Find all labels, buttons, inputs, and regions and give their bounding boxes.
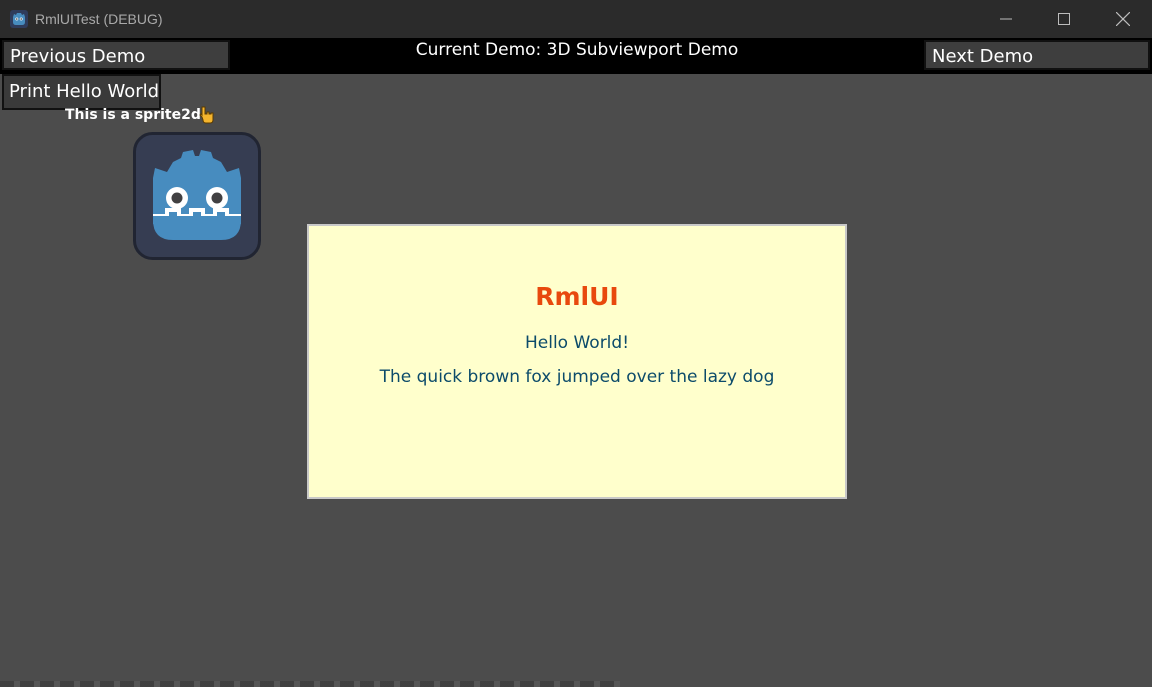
- minimize-icon: [1000, 18, 1012, 20]
- rmlui-panel: RmlUI Hello World! The quick brown fox j…: [307, 224, 847, 499]
- app-window: RmlUITest (DEBUG) Previous Demo Current …: [0, 0, 1152, 687]
- close-icon: [1116, 12, 1130, 26]
- debug-output-strip: [0, 681, 620, 687]
- close-button[interactable]: [1094, 0, 1152, 38]
- pointing-hand-icon: [199, 106, 214, 124]
- rmlui-title: RmlUI: [535, 282, 619, 311]
- minimize-button[interactable]: [977, 0, 1035, 38]
- godot-icon: [10, 10, 28, 28]
- maximize-button[interactable]: [1035, 0, 1093, 38]
- maximize-icon: [1058, 13, 1070, 25]
- title-bar[interactable]: RmlUITest (DEBUG): [0, 0, 1152, 39]
- pangram-text: The quick brown fox jumped over the lazy…: [379, 367, 775, 387]
- sprite-label: This is a sprite2d: [65, 107, 201, 123]
- previous-demo-button[interactable]: Previous Demo: [2, 40, 230, 70]
- window-title: RmlUITest (DEBUG): [35, 11, 163, 27]
- next-demo-button[interactable]: Next Demo: [924, 40, 1150, 70]
- current-demo-label: Current Demo: 3D Subviewport Demo: [415, 40, 739, 60]
- hello-world-text: Hello World!: [524, 333, 630, 353]
- godot-logo-icon: [133, 132, 261, 260]
